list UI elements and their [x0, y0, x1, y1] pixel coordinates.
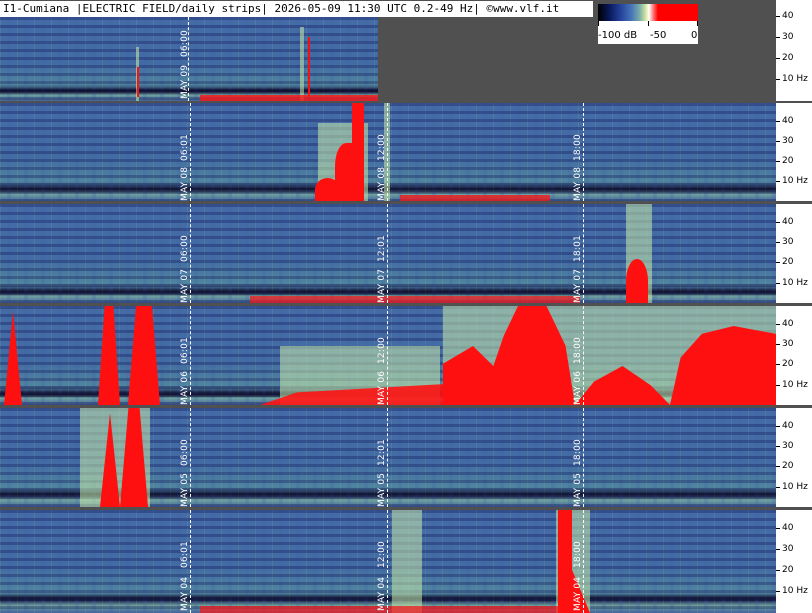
freq-axis: 40 30 20 10 Hz [776, 103, 812, 201]
time-label: 06:01 [180, 337, 190, 364]
time-label: 18:00 [573, 134, 583, 161]
day-label: MAY 04 [377, 576, 387, 611]
day-label: MAY 06 [180, 370, 190, 405]
page-title: I1-Cumiana |ELECTRIC FIELD/daily strips|… [0, 1, 593, 17]
time-label: 12:00 [377, 337, 387, 364]
time-label: 18:00 [573, 541, 583, 568]
time-label: 18:00 [573, 337, 583, 364]
day-label: MAY 05 [573, 472, 583, 507]
day-label: MAY 06 [377, 370, 387, 405]
day-label: MAY 05 [377, 472, 387, 507]
freq-axis: 40 30 20 10 Hz [776, 306, 812, 405]
day-label: MAY 04 [180, 576, 190, 611]
colorbar-tick [697, 21, 698, 26]
day-label: MAY 09 [180, 64, 190, 99]
time-label: 18:01 [573, 235, 583, 262]
time-label: 12:00 [377, 134, 387, 161]
strip-may04: MAY 04 06:01 MAY 04 12:00 MAY 04 18:00 [0, 510, 776, 613]
strip-may05: MAY 05 06:00 MAY 05 12:01 MAY 05 18:00 [0, 408, 776, 507]
time-label: 12:01 [377, 235, 387, 262]
time-label: 06:00 [180, 30, 190, 57]
time-label: 06:00 [180, 235, 190, 262]
day-label: MAY 08 [377, 166, 387, 201]
colorbar-tick [598, 21, 599, 26]
strip-may07: MAY 07 06:00 MAY 07 12:01 MAY 07 18:01 [0, 204, 776, 303]
colorbar-legend: -100 dB -50 0 [598, 4, 698, 44]
time-label: 18:00 [573, 439, 583, 466]
day-label: MAY 07 [377, 268, 387, 303]
day-label: MAY 05 [180, 472, 190, 507]
time-label: 06:01 [180, 541, 190, 568]
freq-axis: 40 30 20 10 Hz [776, 408, 812, 507]
day-label: MAY 08 [573, 166, 583, 201]
freq-axis: 40 30 20 10 Hz [776, 510, 812, 613]
time-label: 06:00 [180, 439, 190, 466]
day-label: MAY 08 [180, 166, 190, 201]
colorbar-label-mid: -50 [650, 30, 667, 41]
freq-axis: 40 30 20 10 Hz [776, 0, 812, 101]
colorbar-label-min: -100 dB [598, 30, 638, 41]
day-label: MAY 06 [573, 370, 583, 405]
time-label: 12:00 [377, 541, 387, 568]
colorbar-label-max: 0 [691, 30, 698, 41]
strip-may09: MAY 09 06:00 [0, 17, 378, 101]
day-label: MAY 07 [573, 268, 583, 303]
colorbar-gradient [598, 4, 698, 21]
strip-may06: MAY 06 06:01 MAY 06 12:00 MAY 06 18:00 [0, 306, 776, 405]
colorbar-tick [648, 21, 649, 26]
day-label: MAY 07 [180, 268, 190, 303]
time-label: 06:01 [180, 134, 190, 161]
time-label: 12:01 [377, 439, 387, 466]
freq-axis: 40 30 20 10 Hz [776, 204, 812, 303]
strip-may08: MAY 08 06:01 MAY 08 12:00 MAY 08 18:00 [0, 103, 776, 201]
day-label: MAY 04 [573, 576, 583, 611]
